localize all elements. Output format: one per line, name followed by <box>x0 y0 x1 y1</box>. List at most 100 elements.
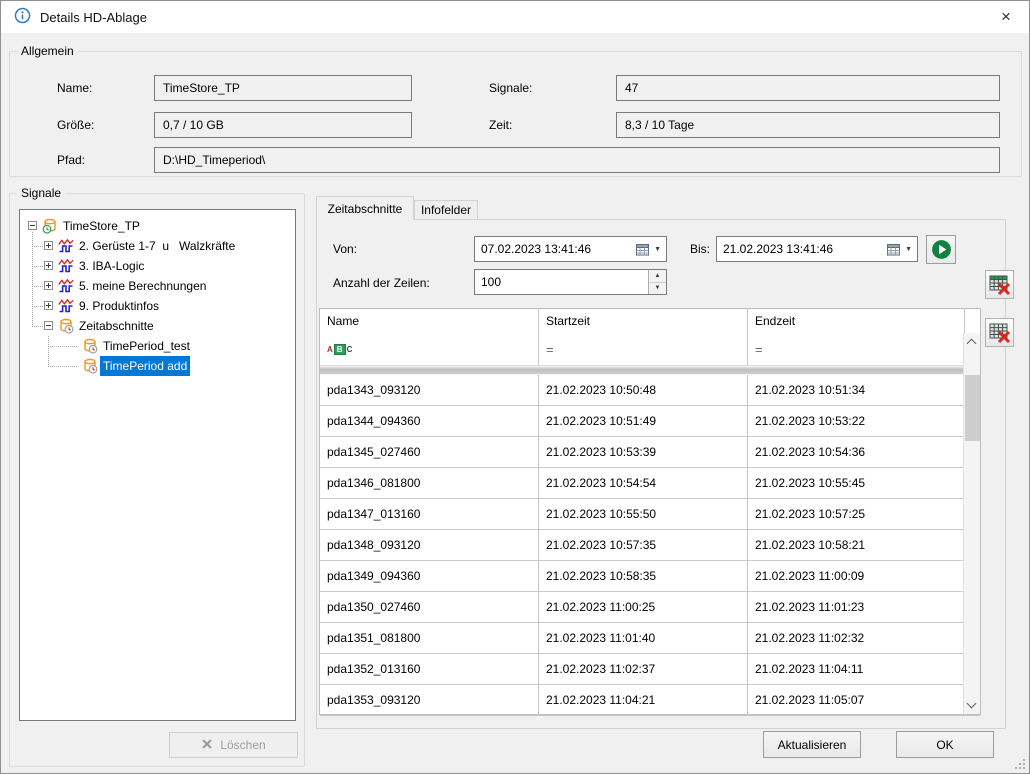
ok-label: OK <box>936 738 953 752</box>
tree-expander-plus-icon[interactable] <box>44 301 53 310</box>
filter-cell[interactable]: = <box>748 333 965 365</box>
table-cell: pda1352_013160 <box>320 654 539 684</box>
table-cell: 21.02.2023 11:01:40 <box>539 623 748 653</box>
tree-expander-minus-icon[interactable] <box>44 321 53 330</box>
table-cell: 21.02.2023 11:01:23 <box>748 592 965 622</box>
vertical-scrollbar[interactable] <box>963 333 980 714</box>
table-row[interactable]: pda1349_09436021.02.2023 10:58:3521.02.2… <box>320 561 980 592</box>
column-header-name[interactable]: Name <box>320 309 539 333</box>
table-cell: 21.02.2023 11:04:21 <box>539 685 748 715</box>
tree-node-label[interactable]: 5. meine Berechnungen <box>76 276 209 296</box>
aktualisieren-button[interactable]: Aktualisieren <box>763 731 861 758</box>
bis-datetime-value: 21.02.2023 13:41:46 <box>723 242 887 256</box>
tree-expander-plus-icon[interactable] <box>44 241 53 250</box>
bis-datetime-input[interactable]: 21.02.2023 13:41:46 ▼ <box>716 236 918 262</box>
tab-zeitabschnitte[interactable]: Zeitabschnitte <box>316 196 414 220</box>
von-datetime-input[interactable]: 07.02.2023 13:41:46 ▼ <box>474 236 667 262</box>
table-row[interactable]: pda1348_09312021.02.2023 10:57:3521.02.2… <box>320 530 980 561</box>
table-row[interactable]: pda1343_09312021.02.2023 10:50:4821.02.2… <box>320 375 980 406</box>
loeschen-button[interactable]: Löschen <box>169 732 298 758</box>
timeperiod-clock-red-icon <box>82 358 98 374</box>
column-header-endzeit[interactable]: Endzeit <box>748 309 965 333</box>
aktualisieren-label: Aktualisieren <box>778 738 847 752</box>
delete-all-rows-button[interactable] <box>985 318 1014 347</box>
table-row[interactable]: pda1353_09312021.02.2023 11:04:2121.02.2… <box>320 685 980 716</box>
table-cell: pda1344_094360 <box>320 406 539 436</box>
signal-group-icon <box>58 298 74 314</box>
tree-connector <box>48 366 78 367</box>
table-row[interactable]: pda1344_09436021.02.2023 10:51:4921.02.2… <box>320 406 980 437</box>
von-label: Von: <box>333 242 357 256</box>
scroll-up-icon[interactable] <box>967 339 977 349</box>
tree-connector <box>32 266 43 267</box>
tab-infofelder[interactable]: Infofelder <box>414 200 478 220</box>
signale-field: 47 <box>616 75 1000 101</box>
groesse-field: 0,7 / 10 GB <box>154 112 412 138</box>
table-cell: pda1350_027460 <box>320 592 539 622</box>
bis-calendar-dropdown[interactable]: ▼ <box>887 243 917 256</box>
spinner-up-icon[interactable]: ▲ <box>649 270 666 283</box>
tree-node-label[interactable]: TimeStore_TP <box>60 216 143 236</box>
table-cell: 21.02.2023 10:57:35 <box>539 530 748 560</box>
pfad-label: Pfad: <box>57 153 85 167</box>
table-cell: 21.02.2023 10:58:35 <box>539 561 748 591</box>
chevron-down-icon: ▼ <box>905 246 912 253</box>
tree-connector <box>32 326 43 327</box>
table-cell: 21.02.2023 11:02:32 <box>748 623 965 653</box>
tree-node-label[interactable]: 2. Gerüste 1-7 u Walzkräfte <box>76 236 238 256</box>
table-row[interactable]: pda1350_02746021.02.2023 11:00:2521.02.2… <box>320 592 980 623</box>
chevron-down-icon: ▼ <box>654 246 661 253</box>
zeit-field: 8,3 / 10 Tage <box>616 112 1000 138</box>
table-row[interactable]: pda1345_02746021.02.2023 10:53:3921.02.2… <box>320 437 980 468</box>
resize-grip[interactable] <box>1014 758 1026 770</box>
table-header-row: NameStartzeitEndzeit <box>320 309 980 333</box>
pfad-field: D:\HD_Timeperiod\ <box>154 147 1000 173</box>
filter-cell[interactable]: ABC <box>320 333 539 365</box>
table-row[interactable]: pda1352_01316021.02.2023 11:02:3721.02.2… <box>320 654 980 685</box>
tree-expander-plus-icon[interactable] <box>44 261 53 270</box>
execute-query-button[interactable] <box>926 235 956 264</box>
tree-node-label[interactable]: 3. IBA-Logic <box>76 256 147 276</box>
scroll-down-icon[interactable] <box>967 699 977 709</box>
signale-group-label: Signale <box>17 186 65 200</box>
signal-group-icon <box>58 258 74 274</box>
von-calendar-dropdown[interactable]: ▼ <box>636 243 666 256</box>
von-datetime-value: 07.02.2023 13:41:46 <box>481 242 636 256</box>
tree-node-label[interactable]: 9. Produktinfos <box>76 296 162 316</box>
close-icon[interactable]: × <box>989 1 1023 33</box>
tree-connector <box>48 346 78 347</box>
tree-expander-plus-icon[interactable] <box>44 281 53 290</box>
timeperiod-clock-red-icon <box>82 338 98 354</box>
tree-node-label[interactable]: Zeitabschnitte <box>76 316 157 336</box>
anzahl-zeilen-input[interactable]: 100 ▲ ▼ <box>474 269 667 295</box>
ok-button[interactable]: OK <box>896 731 994 758</box>
table-delete-icon <box>988 321 1012 345</box>
tree-expander-minus-icon[interactable] <box>28 221 37 230</box>
allgemein-group-label: Allgemein <box>17 44 78 58</box>
name-label: Name: <box>57 81 92 95</box>
table-cell: 21.02.2023 10:51:34 <box>748 375 965 405</box>
scrollbar-thumb[interactable] <box>965 375 980 441</box>
table-cell: pda1348_093120 <box>320 530 539 560</box>
delete-selected-rows-button[interactable] <box>985 270 1014 299</box>
table-row[interactable]: pda1347_01316021.02.2023 10:55:5021.02.2… <box>320 499 980 530</box>
table-cell: pda1351_081800 <box>320 623 539 653</box>
info-icon <box>14 7 31 27</box>
tree-connector <box>32 286 43 287</box>
tree-node-label[interactable]: TimePeriod add <box>100 356 190 376</box>
spinner-down-icon[interactable]: ▼ <box>649 283 666 295</box>
table-delete-selected-icon <box>988 273 1012 297</box>
column-header-startzeit[interactable]: Startzeit <box>539 309 748 333</box>
tree-connector <box>32 306 43 307</box>
tree-node-label[interactable]: TimePeriod_test <box>100 336 193 356</box>
filter-cell[interactable]: = <box>539 333 748 365</box>
table-cell: 21.02.2023 10:55:50 <box>539 499 748 529</box>
table-row[interactable]: pda1346_08180021.02.2023 10:54:5421.02.2… <box>320 468 980 499</box>
table-cell: pda1345_027460 <box>320 437 539 467</box>
abc-filter-icon: ABC <box>327 344 352 355</box>
table-row[interactable]: pda1351_08180021.02.2023 11:01:4021.02.2… <box>320 623 980 654</box>
table-cell: 21.02.2023 10:58:21 <box>748 530 965 560</box>
anzahl-zeilen-spinner[interactable]: ▲ ▼ <box>648 270 666 294</box>
table-filter-row: ABC == <box>320 333 980 365</box>
datastore-clock-green-icon <box>42 218 58 234</box>
